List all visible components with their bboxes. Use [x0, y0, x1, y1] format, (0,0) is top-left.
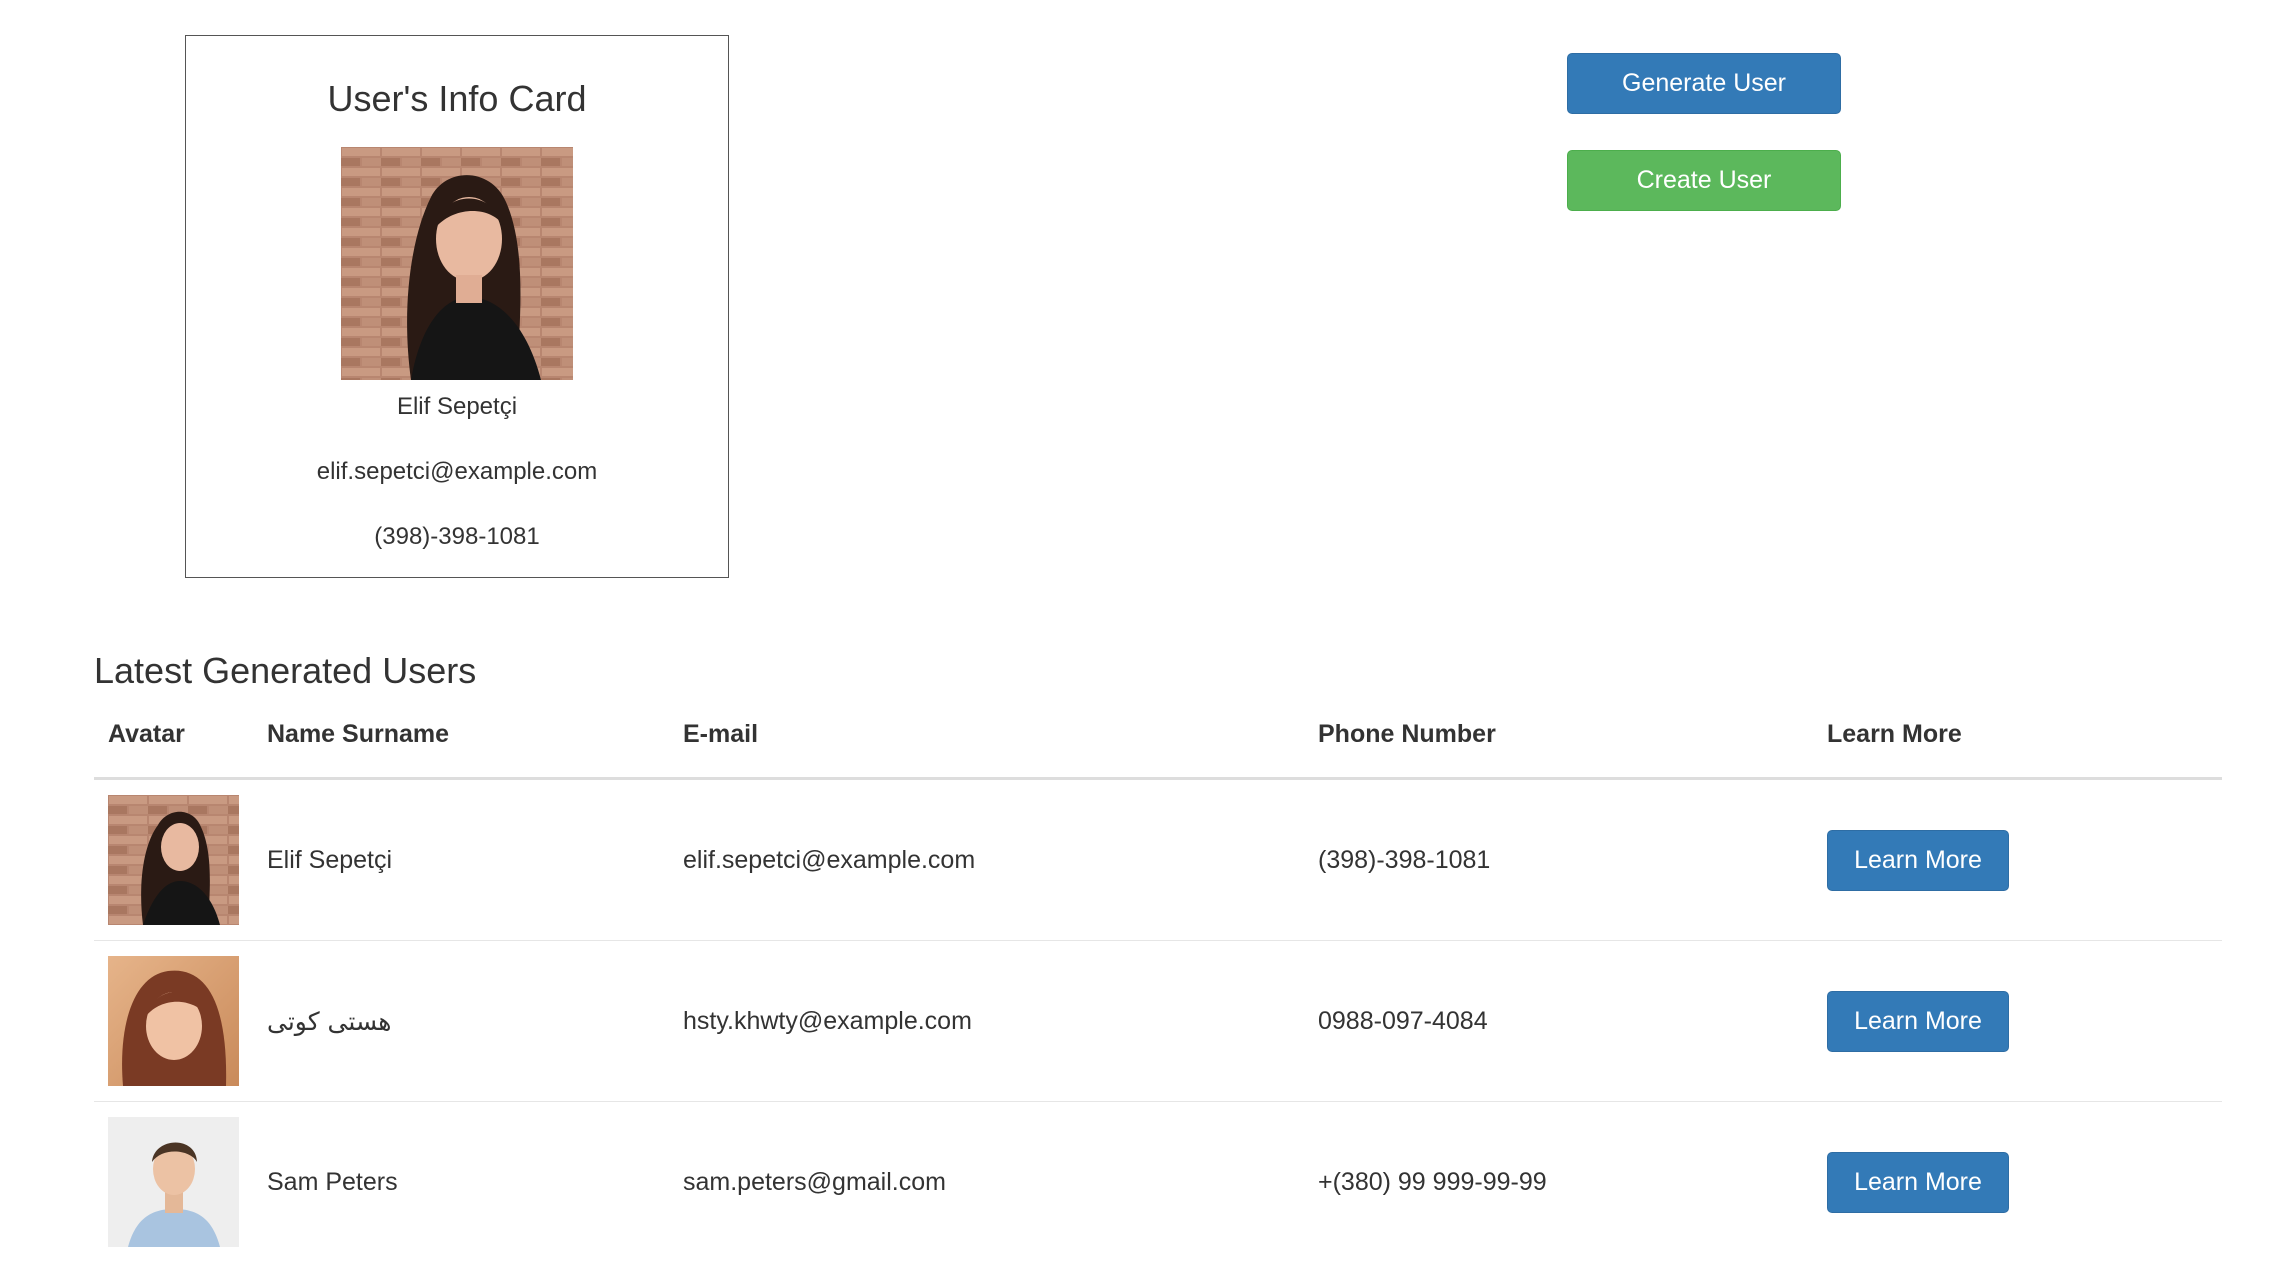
table-row: هستی کوتی hsty.khwty@example.com 0988-09… — [94, 940, 2222, 1102]
column-header-email: E-mail — [669, 720, 1304, 780]
learn-more-button[interactable]: Learn More — [1827, 1151, 2009, 1213]
avatar-cell — [94, 940, 253, 1102]
create-user-button[interactable]: Create User — [1567, 150, 1841, 211]
learn-more-cell: Learn More — [1813, 940, 2222, 1102]
latest-users-title: Latest Generated Users — [94, 650, 477, 691]
user-info-card: User's Info Card Elif Sepetçi elif.sepet… — [185, 35, 729, 578]
row-name: Elif Sepetçi — [253, 778, 669, 941]
learn-more-cell: Learn More — [1813, 1102, 2222, 1263]
column-header-learn-more: Learn More — [1813, 720, 2222, 780]
column-header-avatar: Avatar — [94, 720, 253, 780]
table-header-row: Avatar Name Surname E-mail Phone Number … — [94, 720, 2222, 780]
row-phone: (398)-398-1081 — [1304, 778, 1813, 941]
table-row: Sam Peters sam.peters@gmail.com +(380) 9… — [94, 1102, 2222, 1263]
avatar — [108, 1117, 239, 1247]
card-email: elif.sepetci@example.com — [316, 458, 598, 485]
learn-more-cell: Learn More — [1813, 778, 2222, 941]
avatar — [108, 956, 239, 1086]
row-name: هستی کوتی — [253, 940, 669, 1102]
row-email: elif.sepetci@example.com — [669, 778, 1304, 941]
user-photo — [341, 147, 573, 380]
generate-user-button[interactable]: Generate User — [1567, 53, 1841, 114]
column-header-name: Name Surname — [253, 720, 669, 780]
row-name: Sam Peters — [267, 1167, 398, 1196]
card-phone: (398)-398-1081 — [374, 523, 540, 550]
table-row: Elif Sepetçi elif.sepetci@example.com (3… — [94, 778, 2222, 941]
column-header-phone: Phone Number — [1304, 720, 1813, 780]
latest-users-table: Avatar Name Surname E-mail Phone Number … — [94, 720, 2222, 1262]
learn-more-button[interactable]: Learn More — [1827, 990, 2009, 1052]
avatar — [108, 795, 239, 925]
card-name: Elif Sepetçi — [396, 393, 518, 420]
row-phone: +(380) 99 999-99-99 — [1318, 1167, 1547, 1196]
row-email: sam.peters@gmail.com — [683, 1167, 946, 1196]
card-title: User's Info Card — [327, 78, 587, 119]
row-phone: 0988-097-4084 — [1304, 940, 1813, 1102]
learn-more-button[interactable]: Learn More — [1827, 829, 2009, 891]
avatar-cell — [94, 778, 253, 941]
row-email: hsty.khwty@example.com — [669, 940, 1304, 1102]
avatar-cell — [94, 1102, 253, 1263]
